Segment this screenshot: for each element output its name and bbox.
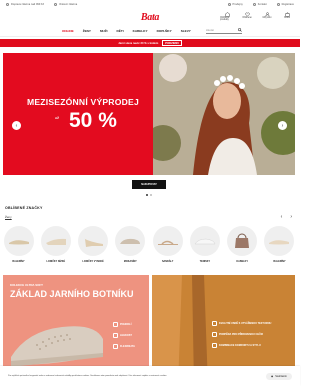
feature-style: KOMBINACE KOMFORTU A STYLU	[212, 343, 261, 348]
promo-code: PODZIM20	[162, 39, 182, 47]
section-title: OBLÍBENÉ ZNAČKY	[5, 206, 43, 210]
category-item[interactable]: BALERÍNY	[264, 226, 295, 263]
cart-button[interactable]: Košík	[280, 12, 294, 21]
category-item[interactable]: LODIČKY VYSOKÉ	[78, 226, 109, 263]
chevron-left-icon: ‹	[15, 122, 18, 129]
feature-flexibility: FLEXIBILITA	[113, 344, 135, 349]
category-item[interactable]: KABELKY	[227, 226, 258, 263]
texture-icon	[212, 321, 217, 326]
register-link[interactable]: Registrace	[276, 3, 294, 6]
contact-link[interactable]: Kontakt	[252, 3, 267, 6]
promo-strip[interactable]: Jarní sleva navíc 20 % s kódem PODZIM20	[0, 39, 300, 47]
ballerina-shoe-icon	[269, 240, 290, 245]
low-pump-shoe-icon	[45, 238, 66, 245]
banner-kicker: KOLEKCE ULTRA SOFT	[10, 283, 43, 287]
nav-item-doplnky[interactable]: DOPLŇKY	[157, 29, 172, 33]
category-item[interactable]: MOKASÍNY	[115, 226, 146, 263]
nav-item-muzi[interactable]: MUŽI	[100, 29, 108, 33]
category-item[interactable]: LODIČKY NÍZKÉ	[40, 226, 71, 263]
site-header: Bata Oblíbené produkty Oblíbené Můj účet…	[0, 9, 300, 25]
hero-next-button[interactable]: ›	[278, 121, 287, 130]
search-icon[interactable]	[237, 28, 242, 32]
feature-lightness: LEHKOST	[113, 333, 132, 338]
nav-item-kabelky[interactable]: KABELKY	[133, 29, 148, 33]
cookie-bar: Pro zajištění správného fungování webu a…	[0, 366, 300, 386]
footprint-icon	[212, 332, 217, 337]
handbag-icon	[235, 233, 250, 248]
feather-icon	[113, 333, 118, 338]
hero-percent: 50 %	[69, 109, 117, 132]
nav-item-zeny[interactable]: ŽENY	[83, 29, 91, 33]
free-shipping-note: Doprava zdarma nad 999 Kč	[6, 3, 44, 6]
feature-comfort: POHODLÍ	[113, 322, 131, 327]
moccasin-icon	[120, 238, 141, 244]
feature-support: PODPĚRA PRO PŘIROZENOU CHŮZI	[212, 332, 263, 337]
category-item[interactable]: SANDÁLY	[152, 226, 183, 263]
hero-prev-button[interactable]: ‹	[12, 121, 21, 130]
flex-icon	[113, 344, 118, 349]
shop-now-button[interactable]: NAKUPOVAT	[132, 180, 166, 189]
ballerina-shoe-icon	[8, 240, 29, 245]
chevron-right-icon: ›	[281, 122, 284, 129]
hero-sale-panel: MEZISEZÓNNÍ VÝPRODEJ AŽ 50 %	[3, 53, 153, 175]
hero-banner[interactable]: MEZISEZÓNNÍ VÝPRODEJ AŽ 50 % ‹ ›	[3, 53, 295, 175]
comfort-icon	[113, 322, 118, 327]
banner-title: ZÁKLAD JARNÍHO BOTNÍKU	[10, 289, 134, 299]
category-carousel-arrows: ‹ ›	[281, 214, 292, 220]
perforated-shoe-image	[11, 326, 103, 367]
hero-prefix: AŽ	[55, 116, 59, 120]
cookie-icon: ◉	[271, 374, 274, 378]
nav-item-online[interactable]: ONLINE	[62, 29, 74, 33]
section-tab-zeny[interactable]: Ženy	[5, 215, 12, 219]
hero-photo	[153, 53, 295, 175]
search-input[interactable]: Hledat	[205, 28, 242, 34]
return-icon	[54, 3, 58, 6]
carousel-dot[interactable]	[146, 194, 148, 196]
bata-logo[interactable]: Bata	[141, 12, 160, 23]
category-item[interactable]: TENISKY	[189, 226, 220, 263]
cookie-accept-button[interactable]: ◉ Souhlasím	[266, 372, 292, 380]
wishlist-button[interactable]: Oblíbené produkty	[220, 12, 234, 21]
nav-item-slevy[interactable]: SLEVY	[181, 29, 191, 33]
location-icon	[227, 3, 231, 6]
truck-icon	[6, 3, 9, 6]
category-item[interactable]: BALERÍNY	[3, 226, 34, 263]
free-returns-note: Vrácení zdarma	[54, 3, 77, 6]
sneaker-icon	[194, 238, 216, 245]
hero-title: MEZISEZÓNNÍ VÝPRODEJ	[27, 97, 139, 107]
main-nav: ONLINE ŽENY MUŽI DĚTI KABELKY DOPLŇKY SL…	[0, 25, 300, 37]
nav-item-deti[interactable]: DĚTI	[117, 29, 124, 33]
feature-texture: KVALITNÍ USNĚ S UTVÁŘENOU TEXTUROU	[212, 321, 271, 326]
sandal-icon	[157, 240, 178, 245]
category-carousel: BALERÍNY LODIČKY NÍZKÉ LODIČKY VYSOKÉ MO…	[3, 226, 295, 263]
high-heel-icon	[83, 238, 104, 247]
woman-with-flowers-image	[153, 53, 295, 175]
cookie-text: Pro zajištění správného fungování webu a…	[8, 374, 167, 377]
carousel-dot[interactable]	[150, 194, 152, 196]
favorites-button[interactable]: Oblíbené	[240, 12, 254, 21]
user-icon	[276, 3, 280, 6]
chevron-right-icon[interactable]: ›	[290, 214, 292, 220]
phone-icon	[252, 3, 256, 6]
chevron-left-icon[interactable]: ‹	[281, 214, 283, 220]
account-button[interactable]: Můj účet	[260, 12, 274, 21]
star-icon	[212, 343, 217, 348]
carousel-dots	[146, 194, 152, 196]
utility-bar: Doprava zdarma nad 999 Kč Vrácení zdarma…	[0, 0, 300, 9]
stores-link[interactable]: Prodejny	[227, 3, 243, 6]
